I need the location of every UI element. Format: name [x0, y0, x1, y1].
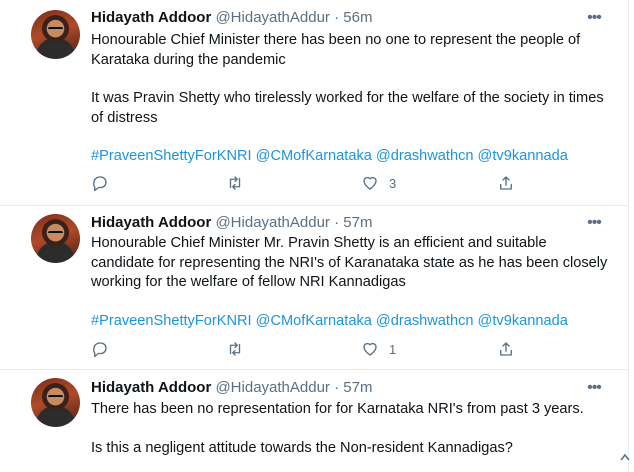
reply-button[interactable]: [91, 173, 109, 193]
tweet-header: Hidayath Addoor @HidayathAddur · 57m: [91, 379, 372, 399]
retweet-icon: [229, 176, 241, 190]
hashtags-mentions[interactable]: #PraveenShettyForKNRI @CMofKarnataka @dr…: [91, 312, 611, 332]
heart-icon: [363, 342, 377, 356]
share-icon: [500, 176, 512, 190]
tweet-paragraph: Is this a negligent attitude towards the…: [91, 439, 513, 456]
hashtags-mentions[interactable]: #PraveenShettyForKNRI @CMofKarnataka @dr…: [91, 147, 611, 167]
retweet-button[interactable]: [226, 173, 244, 193]
author-name[interactable]: Hidayath Addoor: [91, 214, 211, 231]
like-count: 3: [389, 175, 397, 191]
tweet-text: There has been no representation for for…: [91, 400, 611, 458]
retweet-icon: [229, 342, 241, 356]
more-icon[interactable]: •••: [584, 10, 604, 28]
tweet-header: Hidayath Addoor @HidayathAddur · 57m: [91, 214, 372, 234]
reply-button[interactable]: [91, 339, 109, 359]
more-icon[interactable]: •••: [584, 380, 604, 398]
tweet[interactable]: Hidayath Addoor @HidayathAddur · 57m •••…: [0, 370, 628, 472]
tweet-paragraph: It was Pravin Shetty who tirelessly work…: [91, 90, 604, 126]
tweet-text: Honourable Chief Minister Mr. Pravin She…: [91, 234, 611, 331]
tweet-paragraph: Honourable Chief Minister Mr. Pravin She…: [91, 235, 608, 290]
author-handle[interactable]: @HidayathAddur: [215, 379, 329, 396]
like-button[interactable]: 1: [361, 339, 396, 359]
share-button[interactable]: [497, 173, 515, 193]
heart-icon: [363, 176, 377, 190]
author-handle[interactable]: @HidayathAddur: [215, 9, 329, 26]
timestamp[interactable]: 57m: [343, 214, 372, 231]
avatar[interactable]: [31, 214, 80, 263]
tweet-feed: Hidayath Addoor @HidayathAddur · 56m •••…: [0, 0, 629, 472]
timestamp[interactable]: 57m: [343, 379, 372, 396]
share-button[interactable]: [497, 339, 515, 359]
more-icon[interactable]: •••: [584, 215, 604, 233]
like-button[interactable]: 3: [361, 173, 396, 193]
tweet-paragraph: There has been no representation for for…: [91, 401, 584, 417]
tweet[interactable]: Hidayath Addoor @HidayathAddur · 56m •••…: [0, 0, 628, 206]
timestamp[interactable]: 56m: [343, 9, 372, 26]
author-name[interactable]: Hidayath Addoor: [91, 379, 211, 396]
tweet[interactable]: Hidayath Addoor @HidayathAddur · 57m •••…: [0, 206, 628, 370]
author-handle[interactable]: @HidayathAddur: [215, 214, 329, 231]
reply-icon: [93, 176, 107, 192]
scroll-up-arrow-icon[interactable]: [620, 452, 630, 464]
avatar[interactable]: [31, 378, 80, 427]
avatar[interactable]: [31, 10, 80, 59]
share-icon: [500, 342, 512, 356]
retweet-button[interactable]: [226, 339, 244, 359]
reply-icon: [93, 342, 107, 358]
author-name[interactable]: Hidayath Addoor: [91, 9, 211, 26]
separator-dot: ·: [334, 9, 340, 26]
like-count: 1: [389, 341, 397, 357]
separator-dot: ·: [334, 214, 340, 231]
tweet-text: Honourable Chief Minister there has been…: [91, 31, 611, 167]
separator-dot: ·: [334, 379, 340, 396]
tweet-paragraph: Honourable Chief Minister there has been…: [91, 32, 581, 68]
tweet-header: Hidayath Addoor @HidayathAddur · 56m: [91, 9, 372, 29]
